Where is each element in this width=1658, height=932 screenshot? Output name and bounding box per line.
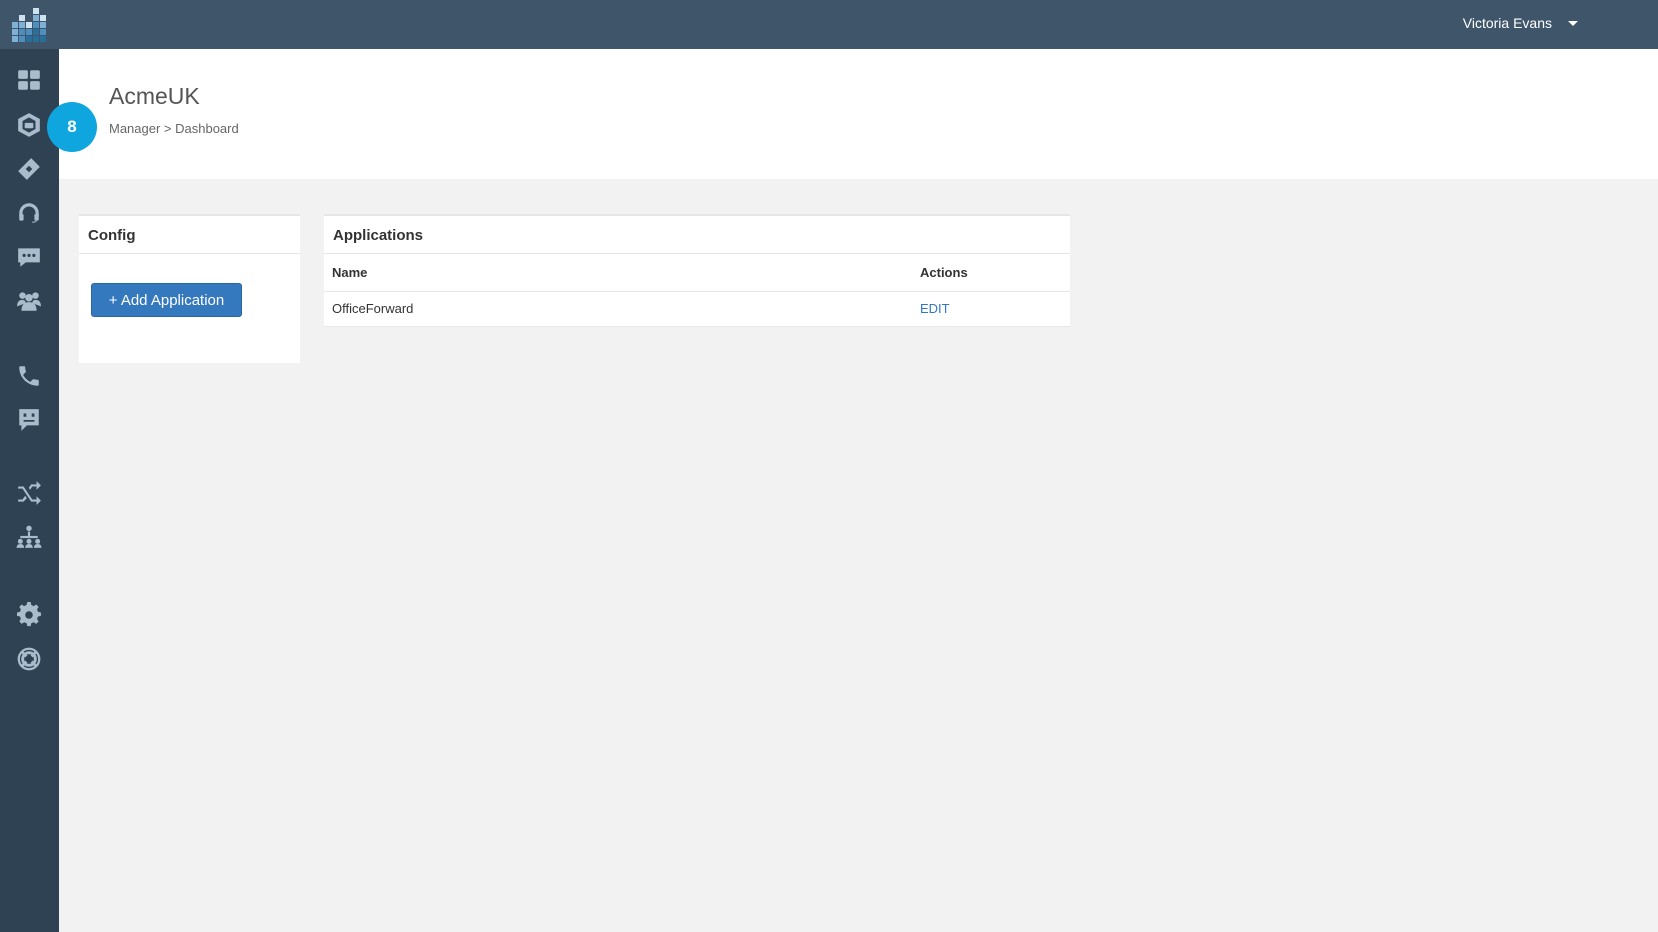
- users-icon[interactable]: [15, 287, 43, 315]
- phone-icon[interactable]: [15, 362, 43, 390]
- applications-table: Name Actions OfficeForward EDIT: [324, 254, 1070, 327]
- chevron-down-icon: [1568, 20, 1578, 26]
- user-menu[interactable]: Victoria Evans: [1463, 15, 1578, 31]
- add-application-button[interactable]: + Add Application: [91, 283, 242, 317]
- hexagon-chat-icon[interactable]: [15, 111, 43, 139]
- application-name: OfficeForward: [324, 291, 912, 327]
- notification-badge[interactable]: 8: [47, 102, 97, 152]
- sidebar: [0, 49, 59, 932]
- action-cell: EDIT: [912, 291, 1070, 327]
- lifebuoy-icon[interactable]: [15, 645, 43, 673]
- breadcrumb[interactable]: Manager > Dashboard: [109, 121, 239, 136]
- config-title: Config: [79, 216, 300, 254]
- app-logo[interactable]: [12, 8, 46, 42]
- top-bar: Victoria Evans: [0, 0, 1658, 49]
- applications-panel: Applications Name Actions OfficeForward …: [324, 214, 1070, 327]
- edit-link[interactable]: EDIT: [920, 301, 950, 316]
- gear-icon[interactable]: [15, 601, 43, 629]
- shuffle-icon[interactable]: [15, 479, 43, 507]
- column-header-actions: Actions: [912, 254, 1070, 292]
- chat-bubble-icon[interactable]: [15, 243, 43, 271]
- message-square-icon[interactable]: [15, 406, 43, 434]
- table-header-row: Name Actions: [324, 254, 1070, 292]
- dashboard-icon[interactable]: [15, 66, 43, 94]
- page-title: AcmeUK: [109, 83, 200, 109]
- user-name: Victoria Evans: [1462, 15, 1552, 31]
- headset-icon[interactable]: [15, 199, 43, 227]
- applications-title: Applications: [324, 216, 1070, 254]
- column-header-name: Name: [324, 254, 912, 292]
- page-header: AcmeUK Manager > Dashboard: [59, 49, 1658, 179]
- org-chart-icon[interactable]: [15, 523, 43, 551]
- ticket-icon[interactable]: [15, 155, 43, 183]
- config-panel: Config + Add Application: [79, 214, 300, 363]
- table-row: OfficeForward EDIT: [324, 291, 1070, 327]
